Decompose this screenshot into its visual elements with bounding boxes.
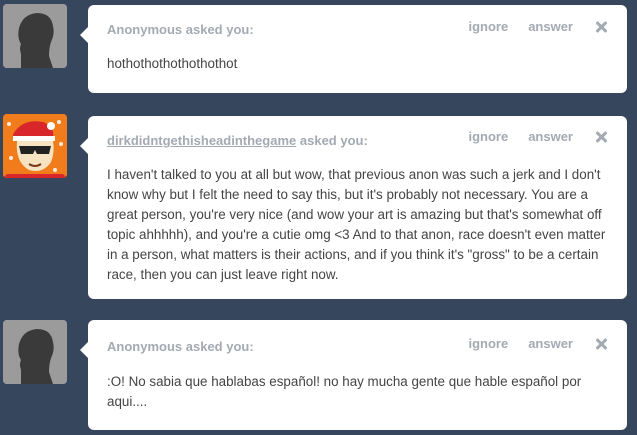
asked-you-label: asked you: [299, 133, 368, 148]
question-text: hothothothothothothot [107, 56, 238, 71]
asker-line: Anonymous asked you: [107, 339, 254, 354]
answer-button[interactable]: answer [528, 336, 573, 351]
asked-you-label: asked you: [185, 339, 254, 354]
ask-card: Anonymous asked you: ignore answer hotho… [80, 5, 627, 93]
ignore-button[interactable]: ignore [468, 336, 508, 351]
question-text: I haven't talked to you at all but wow, … [107, 167, 606, 282]
ask-card: dirkdidntgethisheadinthegame asked you: … [80, 116, 627, 299]
asker-line: dirkdidntgethisheadinthegame asked you: [107, 133, 368, 148]
answer-button[interactable]: answer [528, 129, 573, 144]
close-icon[interactable] [595, 338, 607, 350]
ignore-button[interactable]: ignore [468, 19, 508, 34]
ask-card: Anonymous asked you: ignore answer :O! N… [80, 320, 627, 430]
answer-button[interactable]: answer [528, 19, 573, 34]
close-icon[interactable] [595, 21, 607, 33]
ask-actions: ignore answer [468, 129, 607, 144]
question-text: :O! No sabia que hablabas español! no ha… [107, 374, 582, 409]
user-avatar[interactable] [3, 114, 67, 178]
close-icon[interactable] [595, 131, 607, 143]
asker-name-link[interactable]: dirkdidntgethisheadinthegame [107, 133, 296, 148]
ask-actions: ignore answer [468, 336, 607, 351]
asker-name: Anonymous [107, 339, 183, 354]
anonymous-avatar-icon [3, 320, 67, 384]
ignore-button[interactable]: ignore [468, 129, 508, 144]
anonymous-avatar-icon [3, 4, 67, 68]
asked-you-label: asked you: [185, 22, 254, 37]
ask-actions: ignore answer [468, 19, 607, 34]
asker-line: Anonymous asked you: [107, 22, 254, 37]
asker-name: Anonymous [107, 22, 183, 37]
